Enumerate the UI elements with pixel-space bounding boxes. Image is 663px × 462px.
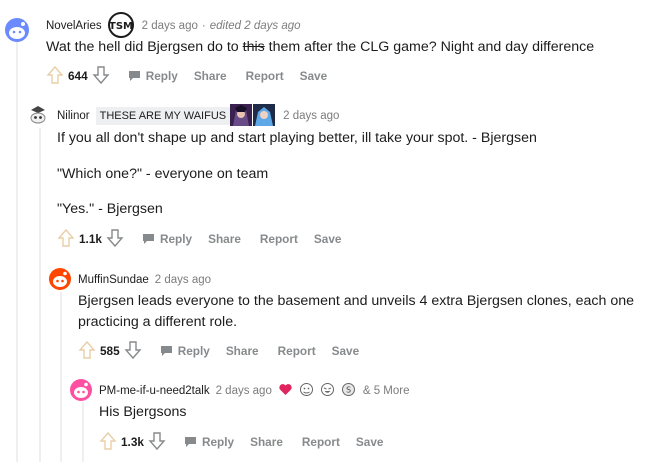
username[interactable]: PM-me-if-u-need2talk — [99, 385, 210, 397]
award-silver-icon[interactable]: S — [341, 382, 356, 400]
comment-body: Bjergsen leads everyone to the basement … — [78, 291, 634, 333]
award-laugh-icon[interactable] — [320, 382, 335, 400]
comment-icon — [160, 346, 172, 356]
timestamp[interactable]: 2 days ago — [142, 20, 198, 32]
user-flair: THESE ARE MY WAIFUS — [95, 107, 231, 125]
timestamp[interactable]: 2 days ago — [283, 110, 339, 122]
share-button[interactable]: Share — [194, 69, 227, 83]
snoo-avatar-icon — [9, 22, 25, 39]
reply-button[interactable]: Reply — [142, 232, 192, 246]
thread-line-2[interactable] — [39, 128, 41, 462]
avatar[interactable] — [49, 268, 71, 290]
upvote-icon[interactable] — [46, 65, 64, 88]
share-button[interactable]: Share — [208, 232, 241, 246]
report-button[interactable]: Report — [260, 232, 298, 246]
report-button[interactable]: Report — [302, 435, 340, 449]
award-face-icon[interactable] — [299, 382, 314, 400]
upvote-icon[interactable] — [57, 228, 75, 251]
vote-score: 644 — [68, 69, 88, 83]
comment-line: Bjergsen leads everyone to the basement … — [78, 293, 635, 309]
flair-text: THESE ARE MY WAIFUS — [99, 110, 227, 122]
comment-icon — [128, 71, 140, 81]
username[interactable]: NovelAries — [46, 20, 102, 32]
upvote-icon[interactable] — [99, 431, 117, 454]
comment-line: His Bjergsons — [99, 404, 187, 420]
svg-text:S: S — [346, 386, 351, 395]
report-button[interactable]: Report — [278, 344, 316, 358]
upvote-icon[interactable] — [78, 340, 96, 363]
body-text-start: Wat the hell did Bjergsen do to — [46, 39, 243, 55]
downvote-icon[interactable] — [106, 228, 124, 251]
snoo-avatar-icon — [30, 106, 46, 124]
edited-label: edited 2 days ago — [209, 20, 301, 32]
flair-emoji-character-icon — [230, 103, 253, 129]
downvote-icon[interactable] — [92, 65, 110, 88]
reply-button[interactable]: Reply — [160, 344, 210, 358]
reply-label: Reply — [145, 69, 178, 83]
more-awards-link[interactable]: & 5 More — [363, 385, 410, 397]
comment-icon — [184, 437, 196, 447]
snoo-avatar-icon — [53, 271, 67, 287]
award-heart-icon[interactable] — [278, 382, 293, 400]
comment-paragraph: "Yes." - Bjergsen — [57, 201, 163, 217]
comment-body: Wat the hell did Bjergsen do to this the… — [46, 37, 594, 58]
thread-line-4[interactable] — [82, 402, 84, 462]
comment-body: His Bjergsons — [99, 402, 187, 423]
save-button[interactable]: Save — [332, 344, 360, 358]
avatar[interactable] — [27, 104, 49, 126]
avatar[interactable] — [70, 379, 92, 401]
reply-button[interactable]: Reply — [128, 69, 178, 83]
comment-body: If you all don't shape up and start play… — [57, 128, 537, 220]
thread-line-1[interactable] — [16, 40, 18, 462]
comment-line: practicing a different role. — [78, 314, 238, 330]
body-text-end: them after the CLG game? Night and day d… — [264, 39, 595, 55]
share-button[interactable]: Share — [226, 344, 259, 358]
save-button[interactable]: Save — [300, 69, 328, 83]
save-button[interactable]: Save — [356, 435, 384, 449]
avatar[interactable] — [5, 18, 29, 42]
vote-score: 585 — [100, 344, 120, 358]
body-strikethrough: this — [242, 39, 265, 55]
timestamp[interactable]: 2 days ago — [155, 274, 211, 286]
reply-button[interactable]: Reply — [184, 435, 234, 449]
vote-score: 1.3k — [121, 435, 144, 449]
meta-separator: · — [201, 20, 206, 32]
downvote-icon[interactable] — [124, 340, 142, 363]
timestamp[interactable]: 2 days ago — [216, 385, 272, 397]
username[interactable]: Nilinor — [57, 110, 90, 122]
reply-label: Reply — [201, 435, 235, 449]
downvote-icon[interactable] — [148, 431, 166, 454]
comment-paragraph: "Which one?" - everyone on team — [57, 166, 269, 182]
reply-label: Reply — [177, 344, 210, 358]
comment-icon — [142, 234, 154, 244]
flair-emoji-character-icon — [253, 103, 276, 129]
share-button[interactable]: Share — [250, 435, 283, 449]
thread-line-3[interactable] — [60, 292, 62, 462]
svg-text:TSM: TSM — [109, 21, 133, 32]
username[interactable]: MuffinSundae — [78, 274, 149, 286]
save-button[interactable]: Save — [314, 232, 342, 246]
snoo-avatar-icon — [74, 382, 88, 398]
report-button[interactable]: Report — [246, 69, 284, 83]
reply-label: Reply — [159, 232, 193, 246]
vote-score: 1.1k — [79, 232, 102, 246]
comment-paragraph: If you all don't shape up and start play… — [57, 130, 537, 146]
